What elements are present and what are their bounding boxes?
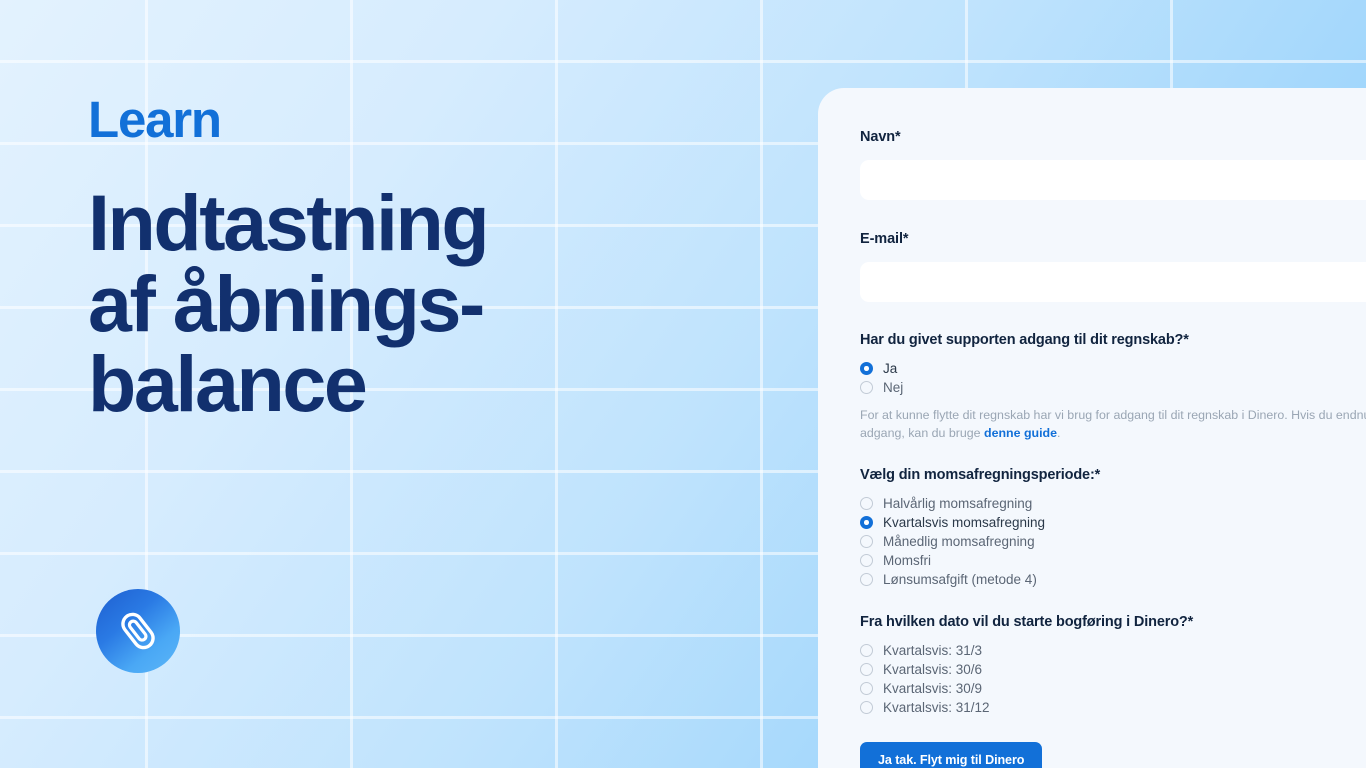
name-field-label: Navn*	[860, 129, 901, 145]
radio-option-date-31-3[interactable]: Kvartalsvis: 31/3	[860, 641, 1366, 660]
radio-option-date-31-12[interactable]: Kvartalsvis: 31/12	[860, 698, 1366, 717]
headline-line-2: af åbnings-	[88, 258, 485, 348]
radio-option-halvaarlig[interactable]: Halvårlig momsafregning	[860, 494, 1366, 513]
radio-label: Halvårlig momsafregning	[883, 496, 1033, 512]
radio-indicator[interactable]	[860, 497, 873, 511]
submit-button[interactable]: Ja tak. Flyt mig til Dinero	[860, 742, 1043, 768]
email-field-label: E-mail*	[860, 231, 909, 247]
radio-option-loensumsafgift[interactable]: Lønsumsafgift (metode 4)	[860, 570, 1366, 589]
radio-indicator[interactable]	[860, 362, 873, 375]
radio-indicator[interactable]	[860, 516, 873, 530]
radio-indicator[interactable]	[860, 554, 873, 568]
radio-indicator[interactable]	[860, 701, 873, 715]
radio-indicator[interactable]	[860, 682, 873, 696]
radio-indicator[interactable]	[860, 663, 873, 677]
radio-option-ja[interactable]: Ja	[860, 359, 1366, 378]
radio-option-nej[interactable]: Nej	[860, 378, 1366, 397]
radio-option-momsfri[interactable]: Momsfri	[860, 551, 1366, 570]
radio-indicator[interactable]	[860, 573, 873, 587]
radio-label: Ja	[883, 361, 898, 376]
hero-section: Learn Indtastning af åbnings- balance	[88, 94, 788, 425]
email-input[interactable]	[860, 262, 1366, 302]
radio-label: Kvartalsvis: 30/6	[883, 662, 983, 678]
radio-label: Nej	[883, 380, 904, 395]
radio-option-maanedlig[interactable]: Månedlig momsafregning	[860, 532, 1366, 551]
radio-option-kvartalsvis[interactable]: Kvartalsvis momsafregning	[860, 513, 1366, 532]
radio-label: Månedlig momsafregning	[883, 534, 1035, 550]
denne-guide-link[interactable]: denne guide	[984, 426, 1057, 440]
radio-label: Kvartalsvis: 31/12	[883, 700, 990, 716]
helper-prefix: For at kunne flytte dit regnskab har vi …	[860, 408, 1366, 440]
radio-label: Lønsumsafgift (metode 4)	[883, 572, 1037, 588]
vat-period-question: Vælg din momsafregningsperiode:*	[860, 467, 1101, 484]
paperclip-icon	[96, 589, 180, 673]
radio-label: Kvartalsvis: 31/3	[883, 643, 983, 659]
radio-option-date-30-9[interactable]: Kvartalsvis: 30/9	[860, 679, 1366, 698]
radio-indicator[interactable]	[860, 535, 873, 549]
radio-label: Kvartalsvis momsafregning	[883, 515, 1046, 531]
headline-line-1: Indtastning	[88, 178, 490, 267]
support-access-question: Har du givet supporten adgang til dit re…	[860, 332, 1189, 348]
support-access-helper-text: For at kunne flytte dit regnskab har vi …	[860, 407, 1366, 442]
headline-line-3: balance	[88, 339, 368, 429]
eyebrow-label: Learn	[88, 91, 222, 148]
signup-form-card: Navn* E-mail* Har du givet supporten adg…	[818, 88, 1366, 768]
radio-label: Momsfri	[883, 553, 931, 569]
page-title: Indtastning af åbnings- balance	[88, 178, 788, 429]
name-input[interactable]	[860, 160, 1366, 200]
radio-indicator[interactable]	[860, 381, 873, 394]
radio-option-date-30-6[interactable]: Kvartalsvis: 30/6	[860, 660, 1366, 679]
helper-suffix: .	[1057, 425, 1061, 440]
radio-label: Kvartalsvis: 30/9	[883, 681, 983, 697]
radio-indicator[interactable]	[860, 644, 873, 658]
start-date-question: Fra hvilken dato vil du starte bogføring…	[860, 614, 1194, 631]
